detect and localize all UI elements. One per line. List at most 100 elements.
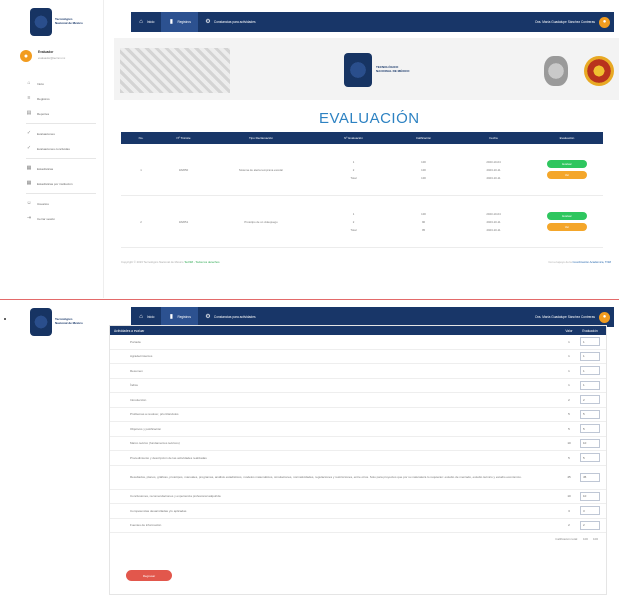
col-header-eval: Evaluación <box>582 328 598 333</box>
sidebar-logo[interactable]: Tecnológico Nacional de México <box>30 8 83 36</box>
score-input[interactable]: 5 <box>580 424 600 434</box>
score-input[interactable]: 1 <box>580 337 600 347</box>
main-content: TECNOLÓGICO NACIONAL DE MÉXICO EVALUACIÓ… <box>104 0 619 298</box>
copyright-text: Copyright © 2023 Tecnológico Nacional de… <box>121 260 184 264</box>
sidebar-bottom: Tecnológico Nacional de México <box>0 300 104 602</box>
cell-value: 2023-10-11 <box>486 175 501 180</box>
cell-fechas: 2023-10-04 2023-10-11 2023-10-11 <box>456 212 531 232</box>
criterion-label: Problemas a resolver, priorizándolos <box>130 412 179 417</box>
user-name[interactable]: Dra. María Guadalupe Sánchez Contreras <box>535 315 599 319</box>
col-header: Calificación <box>415 136 432 140</box>
cell-value: 100 <box>421 167 426 172</box>
form-row: Resultados, planos, gráficas, prototipos… <box>110 466 606 490</box>
col-header-points: Valor <box>565 328 573 333</box>
score-input[interactable]: 2 <box>580 520 600 530</box>
nav-inicio[interactable]: ⌂ Inicio <box>131 307 161 327</box>
sidebar-item-label: Reportes <box>37 111 50 116</box>
cell-value: 100 <box>421 175 426 180</box>
sidebar-item-inicio[interactable]: ⌂ Inicio <box>26 76 96 91</box>
nav-label: Registros <box>177 315 191 319</box>
sidebar-logo[interactable]: Tecnológico Nacional de México <box>30 308 83 336</box>
col-header: Tipo Reclamación <box>249 136 273 140</box>
criterion-label: Conclusiones, recomendaciones y experien… <box>130 494 221 499</box>
criterion-points: 3 <box>568 508 570 513</box>
col-header: Fecha <box>489 136 498 140</box>
criterion-points: 5 <box>568 426 570 431</box>
cell-tramite: 182050 <box>178 167 189 172</box>
cell-value: 90 <box>421 219 426 224</box>
top-navbar: ⌂ Inicio ▮ Registros ⚙ Constancias para act… <box>131 307 614 327</box>
footer-link[interactable]: TecNM - Todos los derechos <box>184 260 219 264</box>
score-input[interactable]: 1 <box>580 380 600 390</box>
cell-value: 2 <box>352 167 355 172</box>
sidebar-item-usuarios[interactable]: ☺ Usuarios <box>26 196 96 211</box>
score-input[interactable]: 45 <box>580 472 600 482</box>
page-title: EVALUACIÓN <box>319 110 420 127</box>
criterion-points: 2 <box>568 397 570 402</box>
sidebar-item-registros[interactable]: ≡ Registros <box>26 91 96 106</box>
sidebar-item-cerrar-sesion[interactable]: ⇥ Cerrar sesión <box>26 211 96 226</box>
cell-evaluaciones: 1 2 Total <box>316 160 391 180</box>
sidebar-item-label: Evaluaciones <box>37 131 55 136</box>
sidebar-item-evaluaciones-concluidas[interactable]: ✓ Evaluaciones concluidas <box>26 141 96 156</box>
home-icon: ⌂ <box>139 314 143 320</box>
sidebar-item-label: Cerrar sesión <box>37 216 56 221</box>
col-header: Nº Trámite <box>176 136 191 140</box>
criterion-label: Resultados, planos, gráficas, prototipos… <box>130 474 522 479</box>
divider <box>26 123 96 124</box>
form-row: Problemas a resolver, priorizándolos 5 5 <box>110 408 606 422</box>
bell-icon[interactable]: ● <box>599 311 610 323</box>
sidebar-item-label: Estadísticas <box>37 166 54 171</box>
total-points: 100 <box>582 537 588 541</box>
criterion-points: 2 <box>568 523 570 528</box>
form-row: Índice 1 1 <box>110 379 606 393</box>
tecnm-logo-icon <box>344 53 372 87</box>
sidebar-item-estadisticas[interactable]: ▦ Estadísticas <box>26 161 96 176</box>
home-icon: ⌂ <box>27 80 31 86</box>
evaluate-button[interactable]: Evaluar <box>547 212 587 220</box>
form-row: Competencias desarrolladas y/o aplicadas… <box>110 504 606 519</box>
score-input[interactable]: 2 <box>580 395 600 405</box>
nav-constancias[interactable]: ⚙ Constancias para actividades <box>198 307 263 327</box>
score-input[interactable]: 5 <box>580 409 600 419</box>
form-row: Agradecimientos 1 1 <box>110 350 606 364</box>
nav-registros[interactable]: ▮ Registros <box>161 307 198 327</box>
score-input[interactable]: 1 <box>580 366 600 376</box>
page-footer: Copyright © 2023 Tecnológico Nacional de… <box>121 260 611 264</box>
sidebar-item-label: Estadísticas por institución <box>37 181 73 186</box>
support-link[interactable]: Coordinación Académica, TNM <box>572 260 611 264</box>
back-button[interactable]: Regresar <box>126 570 172 581</box>
view-button[interactable]: Ver <box>547 171 587 179</box>
nav-label: Inicio <box>147 315 155 319</box>
form-row: Marco teórico (fundamentos teóricos) 10 10 <box>110 437 606 451</box>
sidebar-item-label: Inicio <box>37 81 45 86</box>
cell-tramite: 182051 <box>178 219 189 224</box>
criterion-label: Introducción <box>130 397 147 402</box>
cell-tipo: Sistema de alerta temprana escolar <box>238 167 284 172</box>
sidebar-item-evaluaciones[interactable]: ✓ Evaluaciones <box>26 126 96 141</box>
sidebar-item-estadisticas-institucion[interactable]: ▦ Estadísticas por institución <box>26 176 96 191</box>
col-header: Nº Evaluación <box>344 136 363 140</box>
evaluate-button[interactable]: Evaluar <box>547 160 587 168</box>
evaluation-form: Actividades a evaluar Valor Evaluación P… <box>109 325 607 595</box>
sidebar-item-label: Usuarios <box>37 201 49 206</box>
logo-text-line2: Nacional de México <box>55 21 83 25</box>
criterion-points: 45 <box>567 475 571 479</box>
view-button[interactable]: Ver <box>547 223 587 231</box>
chart-icon: ▦ <box>26 180 32 186</box>
criterion-points: 1 <box>568 368 570 373</box>
score-input[interactable]: 5 <box>580 453 600 463</box>
file-icon: ▤ <box>26 110 32 116</box>
criterion-label: Resumen <box>130 368 143 373</box>
sidebar-item-reportes[interactable]: ▤ Reportes <box>26 106 96 121</box>
cell-no: 1 <box>140 167 142 172</box>
support-text: Con el apoyo de la <box>548 260 572 264</box>
score-input[interactable]: 3 <box>580 506 600 516</box>
score-input[interactable]: 10 <box>580 491 600 501</box>
table-header: No. Nº Trámite Tipo Reclamación Nº Evalu… <box>121 132 603 144</box>
list-icon: ≡ <box>27 95 31 101</box>
banner-logo: TECNOLÓGICO NACIONAL DE MÉXICO <box>344 53 409 87</box>
score-input[interactable]: 10 <box>580 438 600 448</box>
divider <box>26 193 96 194</box>
score-input[interactable]: 1 <box>580 351 600 361</box>
